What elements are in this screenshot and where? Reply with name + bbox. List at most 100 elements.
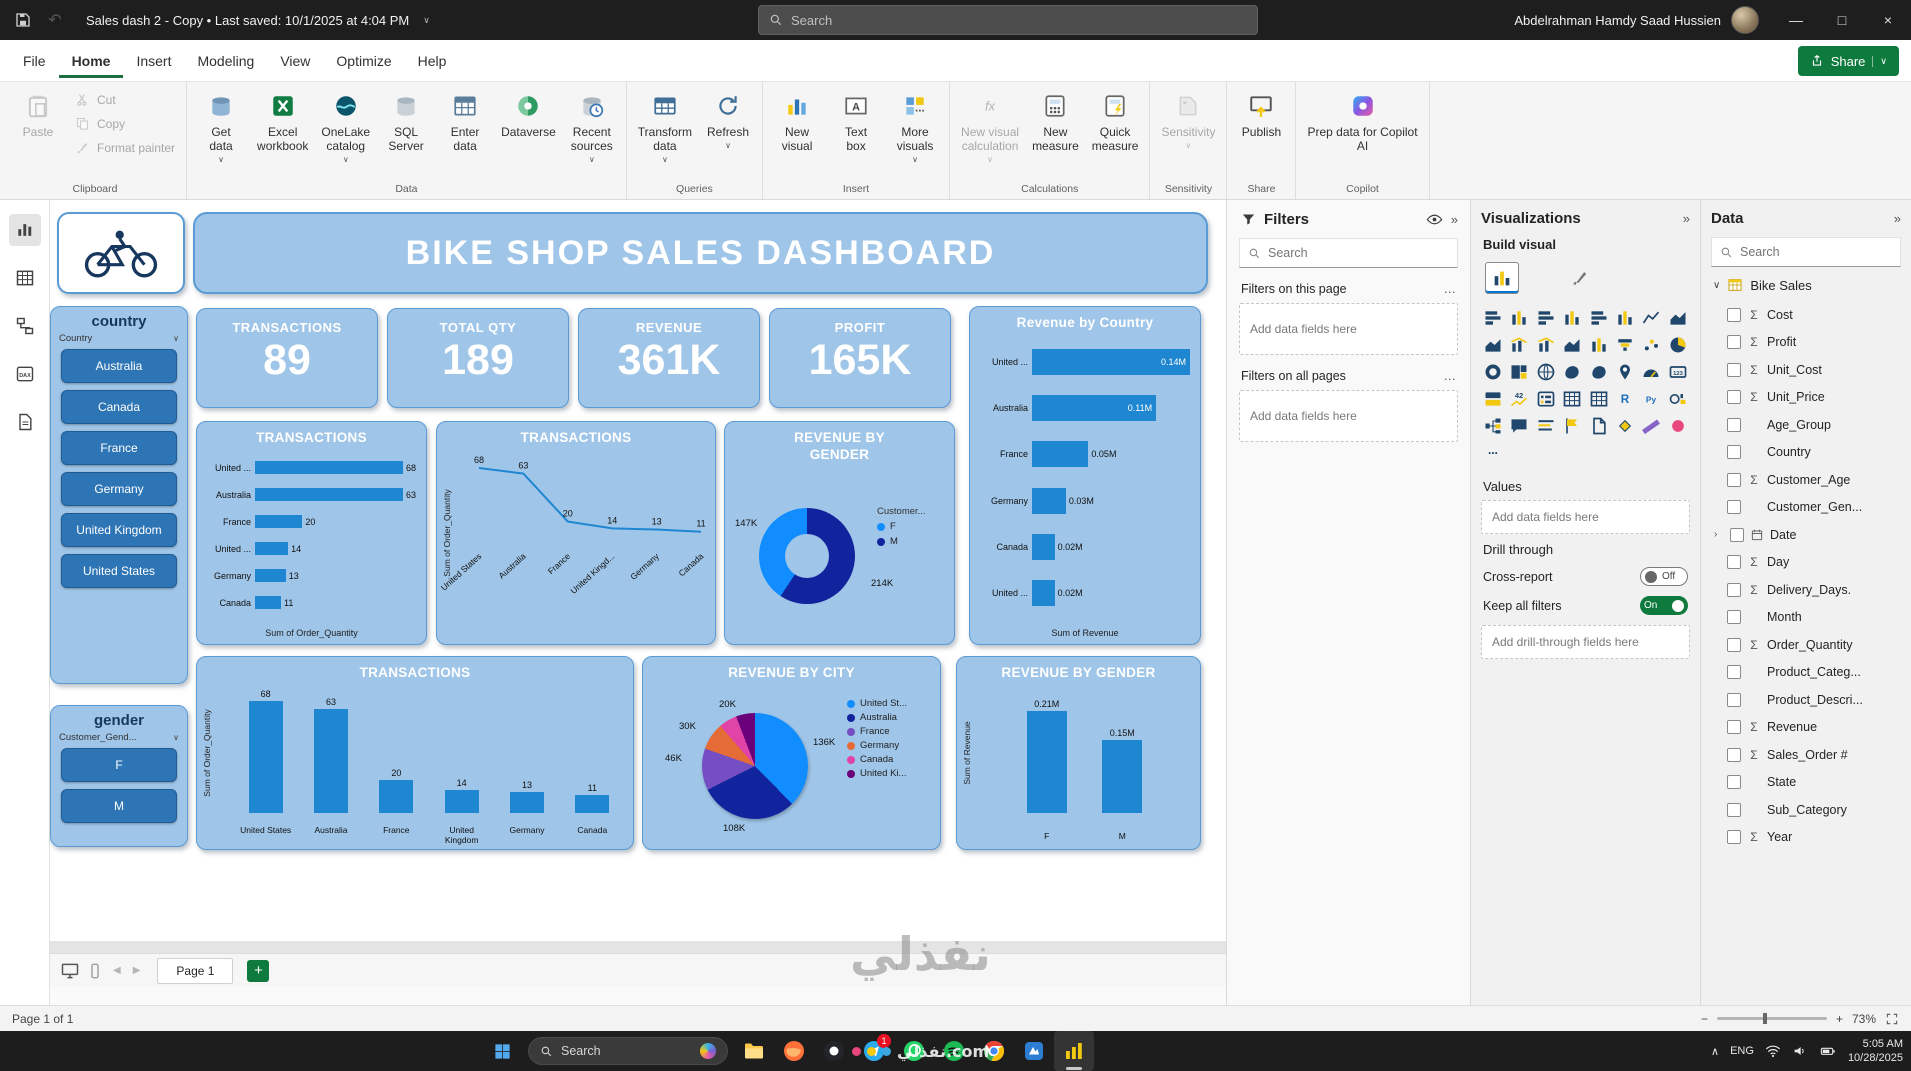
slicer-button-f[interactable]: F (61, 748, 177, 782)
more-options-icon[interactable]: … (1444, 369, 1457, 383)
blue-app-icon[interactable] (1014, 1031, 1054, 1071)
bar-row[interactable]: Germany 13 (205, 569, 416, 582)
more-visuals-button[interactable]: ⋯ More visuals ∨ (886, 85, 944, 166)
quick-measure-button[interactable]: Quick measure (1086, 85, 1145, 155)
legend-item[interactable]: Australia (847, 712, 907, 723)
legend-item[interactable]: F (877, 521, 926, 532)
stacked-area-chart-icon[interactable] (1481, 333, 1505, 357)
country-slicer[interactable]: country Country ∨ Australia Canada France G… (50, 306, 188, 684)
bar-row[interactable]: Canada 11 (205, 596, 416, 609)
user-name[interactable]: Abdelrahman Hamdy Saad Hussien (1514, 13, 1721, 28)
line-and-clustered-column-chart-icon[interactable] (1534, 333, 1558, 357)
data-search[interactable] (1711, 237, 1901, 267)
bar-row[interactable]: Australia 63 (205, 488, 416, 501)
report-page[interactable]: BIKE SHOP SALES DASHBOARD country Countr… (50, 200, 1226, 941)
field-checkbox[interactable] (1727, 802, 1741, 817)
transactions-line-chart[interactable]: TRANSACTIONS Sum of Order_Quantity 68 63 2… (436, 421, 716, 645)
publish-button[interactable]: Publish (1232, 85, 1290, 141)
power-apps-icon[interactable] (1613, 414, 1637, 438)
field-checkbox[interactable] (1727, 637, 1741, 652)
spotify-icon[interactable] (934, 1031, 974, 1071)
field-checkbox[interactable] (1727, 417, 1741, 432)
slicer-button-united-kingdom[interactable]: United Kingdom (61, 513, 177, 547)
tmdl-view-icon[interactable] (9, 406, 41, 438)
clock[interactable]: 5:05 AM 10/28/2025 (1848, 1037, 1903, 1066)
field-checkbox[interactable] (1727, 610, 1741, 625)
mobile-layout-icon[interactable] (86, 962, 104, 980)
field-year[interactable]: Σ Year (1711, 824, 1901, 852)
revenue-by-gender-column-chart[interactable]: REVENUE BY GENDER Sum of Revenue 0.21M 0.… (956, 656, 1201, 850)
narrative-icon[interactable] (1534, 414, 1558, 438)
multi-row-card-icon[interactable] (1481, 387, 1505, 411)
enter-data-button[interactable]: Enter data (436, 85, 494, 155)
cross-report-toggle[interactable]: Off (1640, 567, 1688, 586)
field-sales-order[interactable]: Σ Sales_Order # (1711, 741, 1901, 769)
drill-through-dropzone[interactable]: Add drill-through fields here (1481, 625, 1690, 659)
bar-row[interactable]: United ... 0.14M (978, 349, 1190, 376)
card-icon[interactable]: 123 (1666, 360, 1690, 384)
slicer-button-france[interactable]: France (61, 431, 177, 465)
azure-map-icon[interactable] (1613, 360, 1637, 384)
field-checkbox[interactable] (1727, 445, 1741, 460)
field-age-group[interactable]: Age_Group (1711, 411, 1901, 439)
field-checkbox[interactable] (1727, 720, 1741, 735)
area-chart-icon[interactable] (1666, 306, 1690, 330)
bar-row[interactable]: Australia 0.11M (978, 395, 1190, 422)
collapse-pane-icon[interactable]: » (1894, 211, 1901, 226)
field-delivery-days[interactable]: Σ Delivery_Days. (1711, 576, 1901, 604)
r-script-icon[interactable]: R (1613, 387, 1637, 411)
new-visual-button[interactable]: New visual (768, 85, 826, 155)
zoom-slider-thumb[interactable] (1763, 1013, 1768, 1024)
field-customer-gen[interactable]: Customer_Gen... (1711, 494, 1901, 522)
field-profit[interactable]: Σ Profit (1711, 329, 1901, 357)
refresh-button[interactable]: Refresh ∨ (699, 85, 757, 152)
transactions-column-chart[interactable]: TRANSACTIONS Sum of Order_Quantity 68 63 2… (196, 656, 634, 850)
browser-icon[interactable] (774, 1031, 814, 1071)
menu-tab-view[interactable]: View (267, 44, 323, 78)
zoom-out-icon[interactable]: − (1701, 1012, 1708, 1026)
scatter-chart-icon[interactable] (1639, 333, 1663, 357)
waterfall-chart-icon[interactable] (1587, 333, 1611, 357)
line-and-stacked-column-chart-icon[interactable] (1507, 333, 1531, 357)
telegram-icon[interactable]: 1 (854, 1031, 894, 1071)
stacked-column-chart-icon[interactable] (1507, 306, 1531, 330)
ribbon-chart-icon[interactable] (1560, 333, 1584, 357)
field-country[interactable]: Country (1711, 439, 1901, 467)
file-explorer-icon[interactable] (734, 1031, 774, 1071)
menu-tab-home[interactable]: Home (59, 44, 124, 78)
sql-server-button[interactable]: SQL Server (377, 85, 435, 155)
column-bar[interactable]: 68 (233, 689, 298, 813)
fit-to-page-icon[interactable] (1885, 1012, 1899, 1026)
transactions-bar-chart[interactable]: TRANSACTIONS United ... 68 Australia 63 Fran… (196, 421, 427, 645)
field-checkbox[interactable] (1727, 692, 1741, 707)
field-checkbox[interactable] (1727, 555, 1741, 570)
field-checkbox[interactable] (1727, 500, 1741, 515)
slicer-button-australia[interactable]: Australia (61, 349, 177, 383)
more-visual-options-icon[interactable]: ⋯ (1481, 441, 1505, 465)
global-search[interactable] (758, 5, 1258, 35)
field-unit-price[interactable]: Σ Unit_Price (1711, 384, 1901, 412)
battery-icon[interactable] (1819, 1043, 1837, 1059)
dataverse-button[interactable]: Dataverse (495, 85, 562, 141)
field-product-categ[interactable]: Product_Categ... (1711, 659, 1901, 687)
metrics-icon[interactable] (1560, 414, 1584, 438)
model-view-icon[interactable] (9, 310, 41, 342)
clustered-bar-chart-icon[interactable] (1534, 306, 1558, 330)
new-page-button[interactable]: + (247, 959, 270, 982)
page-filters-dropzone[interactable]: Add data fields here (1239, 303, 1458, 355)
keep-all-filters-toggle[interactable]: On (1640, 596, 1688, 615)
menu-tab-insert[interactable]: Insert (123, 44, 184, 78)
gender-slicer[interactable]: gender Customer_Gend... ∨ FM (50, 705, 188, 847)
slicer-button-germany[interactable]: Germany (61, 472, 177, 506)
column-bar[interactable]: 20 (364, 768, 429, 813)
tray-chevron-up-icon[interactable]: ∧ (1711, 1045, 1719, 1058)
legend-item[interactable]: France (847, 726, 907, 737)
onelake-catalog-button[interactable]: OneLake catalog ∨ (315, 85, 376, 166)
table-icon[interactable] (1560, 387, 1584, 411)
slicer-button-m[interactable]: M (61, 789, 177, 823)
next-page-icon[interactable]: ▶ (130, 965, 144, 976)
volume-icon[interactable] (1792, 1043, 1808, 1059)
expand-icon[interactable]: › (1714, 529, 1724, 540)
slicer-button-canada[interactable]: Canada (61, 390, 177, 424)
field-revenue[interactable]: Σ Revenue (1711, 714, 1901, 742)
